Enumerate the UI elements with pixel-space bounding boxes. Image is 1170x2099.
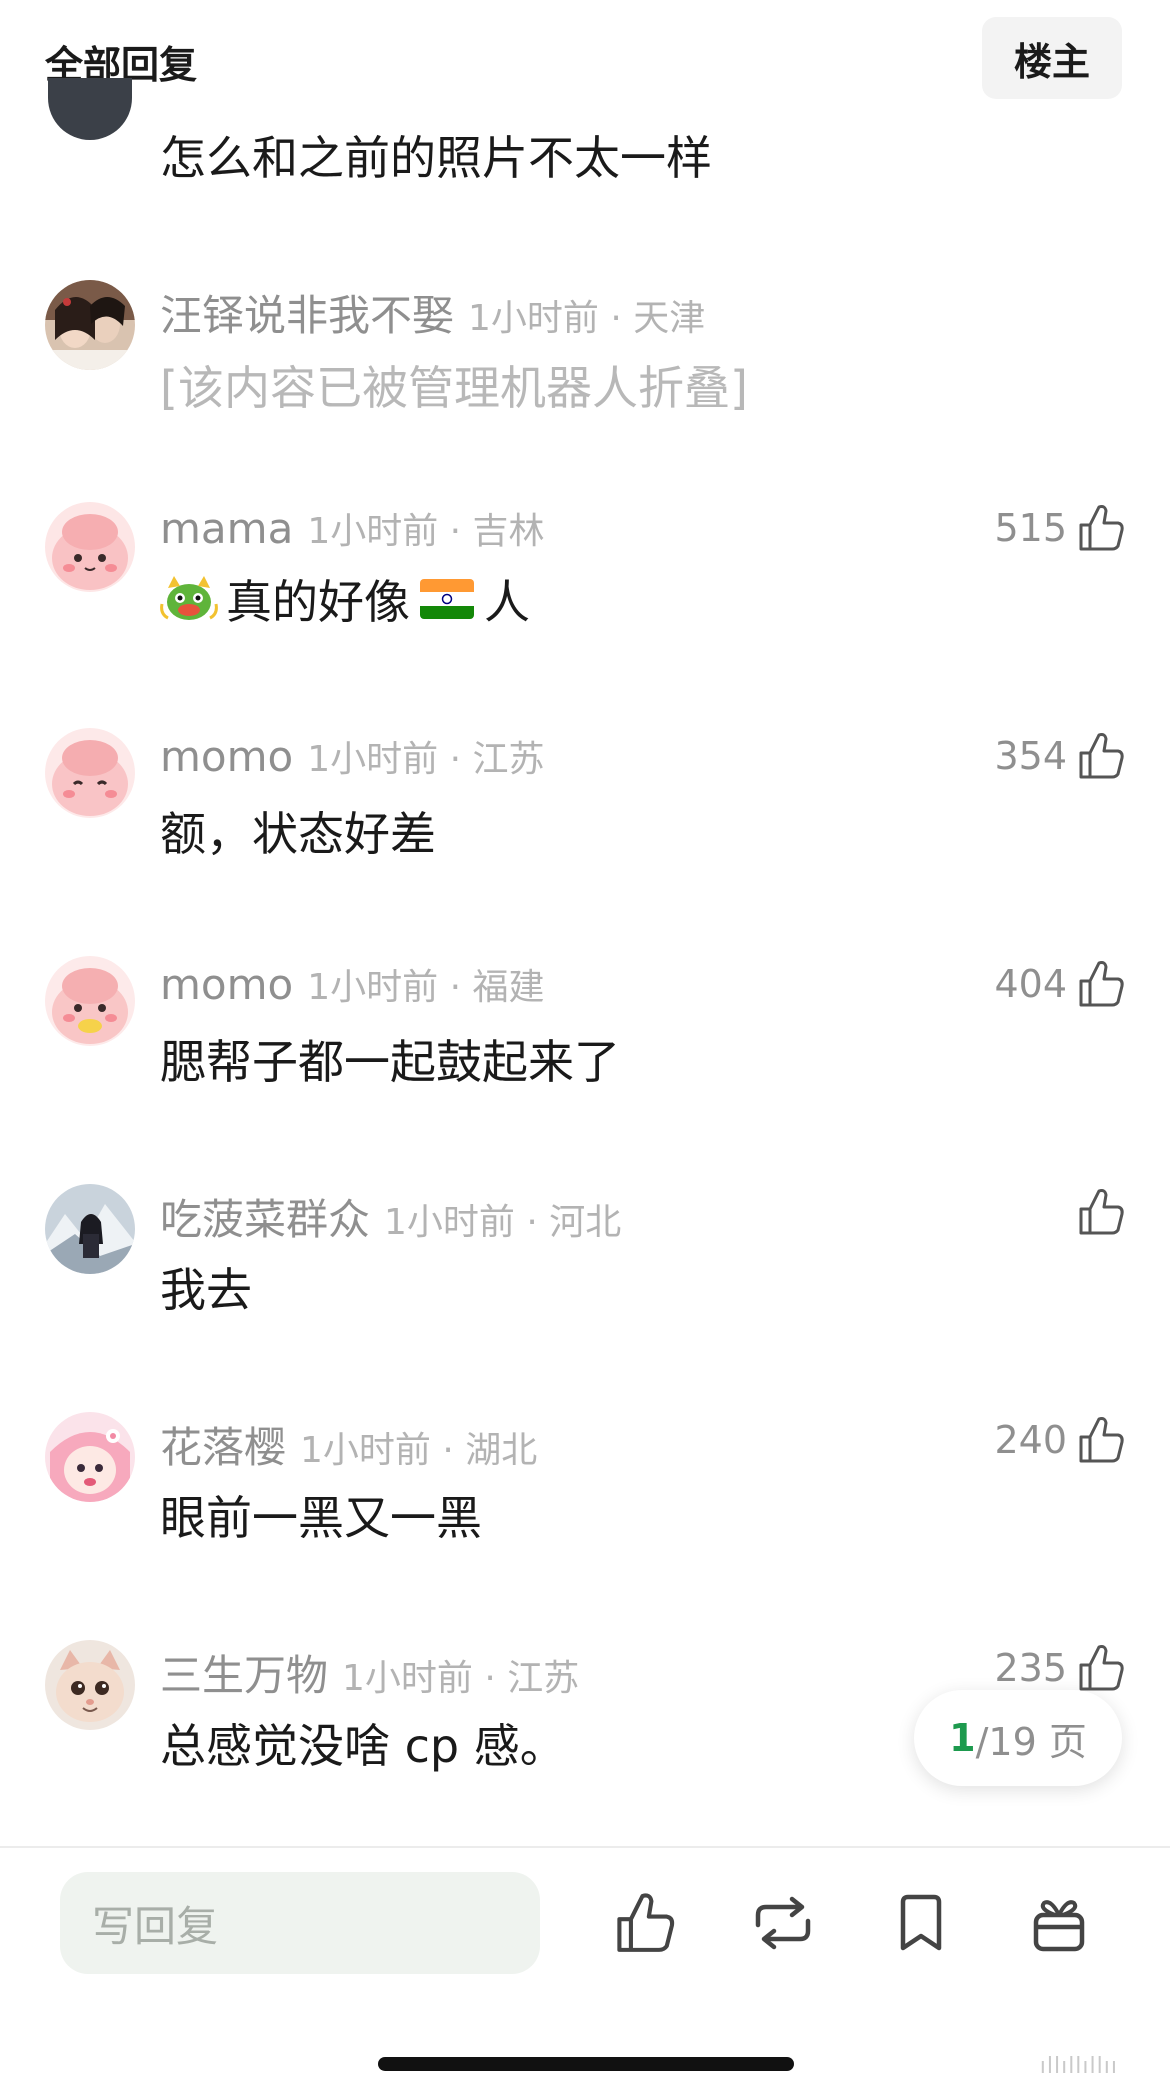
comment-item: 吃菠菜群众 1小时前 · 河北 我去: [0, 1174, 1170, 1374]
comment-meta: 三生万物 1小时前 · 江苏: [160, 1642, 579, 1700]
comment-text: 眼前一黑又一黑: [160, 1491, 482, 1545]
divider: [0, 1846, 1170, 1848]
op-only-button[interactable]: 楼主: [982, 17, 1122, 99]
time-location: 1小时前 · 河北: [384, 1202, 622, 1243]
repost-icon[interactable]: [750, 1890, 816, 1956]
avatar[interactable]: [45, 728, 135, 818]
like-area[interactable]: 515: [994, 498, 1125, 558]
thumbs-up-icon[interactable]: [1077, 503, 1125, 553]
comment-text: [该内容已被管理机器人折叠]: [160, 361, 748, 415]
thumbs-up-icon[interactable]: [1077, 1415, 1125, 1465]
like-count: 354: [994, 734, 1067, 778]
thumbs-up-icon[interactable]: [1077, 731, 1125, 781]
comment-text: 我去: [160, 1263, 252, 1317]
pagination-button[interactable]: 1 /19 页: [914, 1690, 1122, 1786]
like-count: 235: [994, 1646, 1067, 1690]
comment-text: 额，状态好差: [160, 807, 436, 861]
current-page: 1: [949, 1716, 976, 1760]
like-count: 404: [994, 962, 1067, 1006]
avatar[interactable]: [45, 1412, 135, 1502]
username[interactable]: momo: [160, 732, 293, 781]
username[interactable]: mama: [160, 504, 293, 553]
thumbs-up-icon[interactable]: [1077, 1643, 1125, 1693]
time-location: 1小时前 · 江苏: [307, 739, 545, 780]
like-count: 515: [994, 506, 1067, 550]
like-count: 240: [994, 1418, 1067, 1462]
like-area[interactable]: 240: [994, 1410, 1125, 1470]
time-location: 1小时前 · 福建: [307, 967, 545, 1008]
comment-item: momo 1小时前 · 江苏 354 额，状态好差: [0, 718, 1170, 918]
comment-meta: 汪铎说非我不娶 1小时前 · 天津: [160, 282, 705, 340]
thumbs-up-icon[interactable]: [1077, 959, 1125, 1009]
comment-text: 腮帮子都一起鼓起来了: [160, 1035, 620, 1089]
comment-item: mama 1小时前 · 吉林 515 真的好像 人: [0, 490, 1170, 690]
thumbs-up-icon[interactable]: [1077, 1187, 1125, 1237]
header: 全部回复 楼主: [0, 0, 1170, 110]
comment-meta: 花落樱 1小时前 · 湖北: [160, 1414, 537, 1472]
time-location: 1小时前 · 湖北: [300, 1430, 538, 1471]
gift-icon[interactable]: [1026, 1890, 1092, 1956]
username[interactable]: 三生万物: [160, 1642, 328, 1703]
comment-item: momo 1小时前 · 福建 404 腮帮子都一起鼓起来了: [0, 946, 1170, 1146]
comment-meta: momo 1小时前 · 福建: [160, 958, 545, 1009]
avatar[interactable]: [48, 78, 132, 140]
comment-text: 真的好像 人: [160, 566, 530, 632]
dragon-emoji-icon: [160, 574, 218, 624]
like-area[interactable]: 354: [994, 726, 1125, 786]
comment-item: 汪铎说非我不娶 1小时前 · 天津 [该内容已被管理机器人折叠]: [0, 272, 1170, 472]
username[interactable]: 汪铎说非我不娶: [160, 282, 454, 343]
home-indicator: [378, 2057, 794, 2071]
like-area[interactable]: 235: [994, 1638, 1125, 1698]
comment-meta: 吃菠菜群众 1小时前 · 河北: [160, 1186, 621, 1244]
total-pages: /19 页: [975, 1719, 1087, 1764]
avatar[interactable]: [45, 1184, 135, 1274]
comment-text-part: 真的好像: [226, 575, 410, 629]
thumbs-up-icon[interactable]: [612, 1890, 678, 1956]
comment-text-part: 人: [484, 575, 530, 629]
comment-text: 总感觉没啥 cp 感。: [160, 1719, 566, 1773]
india-flag-icon: [420, 579, 474, 619]
comment-meta: mama 1小时前 · 吉林: [160, 502, 545, 553]
time-location: 1小时前 · 吉林: [307, 511, 545, 552]
avatar[interactable]: [45, 280, 135, 370]
like-area[interactable]: [1077, 1182, 1125, 1242]
comment-text: 怎么和之前的照片不太一样: [160, 131, 712, 185]
comment-item: 花落樱 1小时前 · 湖北 240 眼前一黑又一黑: [0, 1402, 1170, 1602]
avatar[interactable]: [45, 1640, 135, 1730]
time-location: 1小时前 · 江苏: [342, 1658, 580, 1699]
like-area[interactable]: 404: [994, 954, 1125, 1014]
avatar[interactable]: [45, 956, 135, 1046]
time-location: 1小时前 · 天津: [468, 298, 706, 339]
username[interactable]: 花落樱: [160, 1414, 286, 1475]
reply-input[interactable]: 写回复: [60, 1872, 540, 1974]
username[interactable]: momo: [160, 960, 293, 1009]
username[interactable]: 吃菠菜群众: [160, 1186, 370, 1247]
comment-meta: momo 1小时前 · 江苏: [160, 730, 545, 781]
avatar[interactable]: [45, 502, 135, 592]
bookmark-icon[interactable]: [888, 1890, 954, 1956]
watermark: ıllıllıllıı: [1039, 2054, 1118, 2079]
